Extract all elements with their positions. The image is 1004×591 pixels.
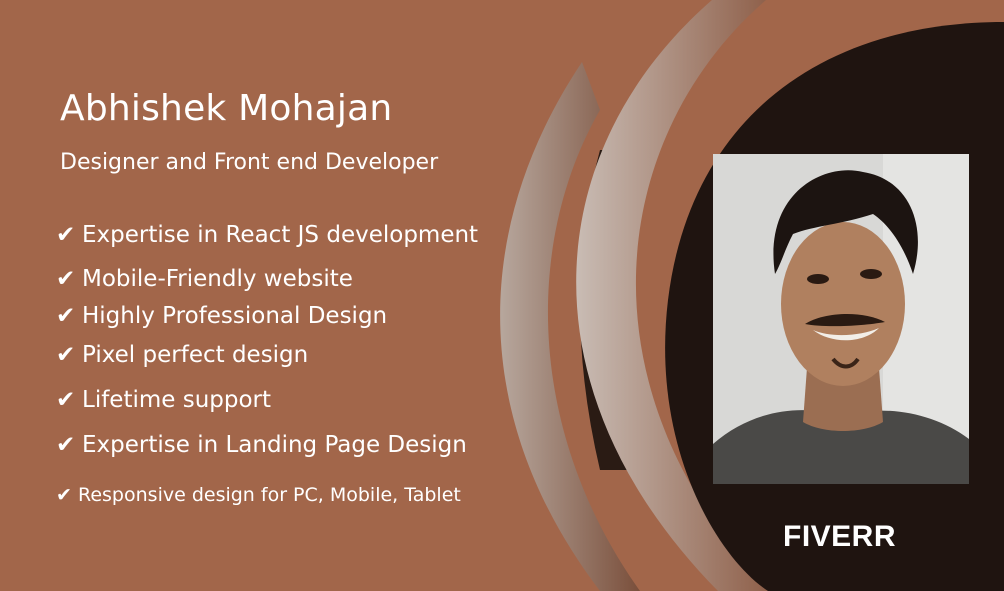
person-portrait-icon	[713, 154, 969, 484]
gig-banner: Abhishek Mohajan Designer and Front end …	[0, 0, 1004, 591]
feature-item: ✔ Lifetime support	[56, 387, 271, 413]
check-icon: ✔	[56, 387, 76, 413]
feature-text: Responsive design for PC, Mobile, Tablet	[78, 484, 461, 506]
feature-text: Lifetime support	[82, 387, 272, 413]
check-icon: ✔	[56, 266, 76, 292]
feature-text: Highly Professional Design	[82, 303, 388, 329]
feature-text: Expertise in React JS development	[82, 222, 479, 248]
profile-title: Designer and Front end Developer	[60, 150, 439, 175]
feature-item: ✔ Mobile-Friendly website	[56, 266, 353, 292]
profile-name: Abhishek Mohajan	[60, 88, 393, 129]
feature-item: ✔ Expertise in Landing Page Design	[56, 432, 467, 458]
check-icon: ✔	[56, 432, 76, 458]
check-icon: ✔	[56, 484, 72, 506]
brand-label: FIVERR	[783, 520, 897, 553]
feature-item: ✔ Highly Professional Design	[56, 303, 387, 329]
feature-text: Mobile-Friendly website	[82, 266, 353, 292]
feature-item: ✔ Expertise in React JS development	[56, 222, 478, 248]
profile-photo	[713, 154, 969, 484]
feature-item: ✔ Responsive design for PC, Mobile, Table…	[56, 484, 461, 506]
check-icon: ✔	[56, 303, 76, 329]
feature-text: Expertise in Landing Page Design	[82, 432, 467, 458]
check-icon: ✔	[56, 222, 76, 248]
feature-item: ✔ Pixel perfect design	[56, 342, 308, 368]
feature-text: Pixel perfect design	[82, 342, 309, 368]
check-icon: ✔	[56, 342, 76, 368]
